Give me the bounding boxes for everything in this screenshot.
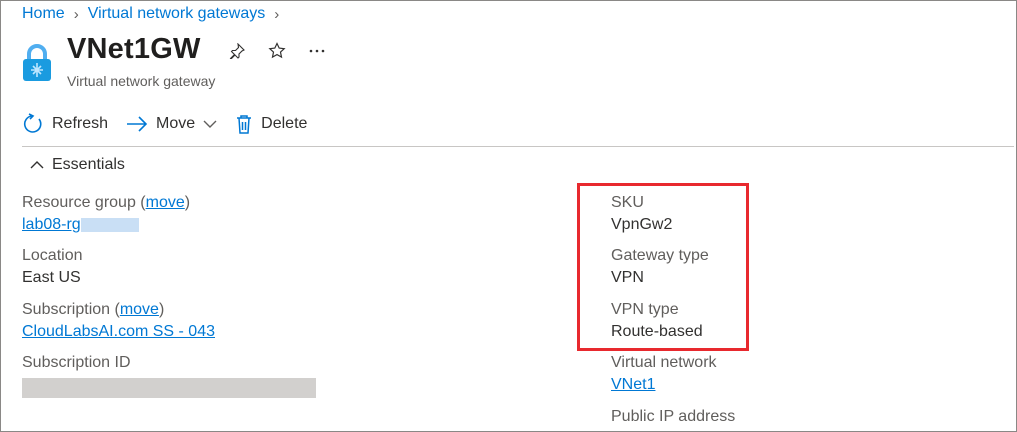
location-label: Location xyxy=(22,247,83,264)
resource-group-label: Resource group xyxy=(22,194,136,211)
arrow-right-icon xyxy=(127,116,148,132)
refresh-button[interactable]: Refresh xyxy=(22,113,108,135)
move-button[interactable]: Move xyxy=(126,115,217,133)
field-location: Location East US xyxy=(22,247,83,287)
subscription-id-label: Subscription ID xyxy=(22,354,131,371)
command-bar: Refresh Move Delete xyxy=(22,113,307,135)
virtual-network-label: Virtual network xyxy=(611,354,717,371)
page-title: VNet1GW xyxy=(67,33,201,65)
trash-icon xyxy=(237,115,252,134)
chevron-up-icon xyxy=(30,161,44,169)
essentials-label: Essentials xyxy=(52,156,125,173)
chevron-down-icon xyxy=(203,120,217,128)
location-value: East US xyxy=(22,269,81,286)
redacted-block xyxy=(80,217,139,232)
essentials-toggle[interactable]: Essentials xyxy=(30,156,125,174)
field-public-ip: Public IP address xyxy=(611,408,735,426)
vpn-gateway-lock-icon xyxy=(23,44,51,81)
public-ip-label: Public IP address xyxy=(611,408,736,425)
title-actions xyxy=(226,40,328,62)
refresh-label: Refresh xyxy=(52,115,109,132)
breadcrumb: Home › Virtual network gateways › xyxy=(22,5,288,23)
more-options-icon[interactable] xyxy=(306,40,328,62)
field-subscription: Subscription (move) CloudLabsAI.com SS -… xyxy=(22,301,215,340)
chevron-right-icon: › xyxy=(73,5,79,23)
breadcrumb-home[interactable]: Home xyxy=(22,5,65,23)
highlight-box xyxy=(577,183,749,351)
subscription-value[interactable]: CloudLabsAI.com SS - 043 xyxy=(22,323,215,340)
subscription-label: Subscription xyxy=(22,301,111,318)
divider xyxy=(22,146,1014,147)
move-label: Move xyxy=(156,115,196,132)
virtual-network-value[interactable]: VNet1 xyxy=(611,376,655,393)
chevron-right-icon: › xyxy=(274,5,280,23)
resource-group-move-link[interactable]: move xyxy=(146,194,185,211)
page-subtitle: Virtual network gateway xyxy=(67,73,216,89)
breadcrumb-virtual-network-gateways[interactable]: Virtual network gateways xyxy=(88,5,266,23)
field-subscription-id: Subscription ID xyxy=(22,354,316,398)
refresh-icon xyxy=(23,113,42,133)
pin-icon[interactable] xyxy=(226,40,248,62)
redacted-subscription-id xyxy=(22,378,316,398)
field-virtual-network: Virtual network VNet1 xyxy=(611,354,717,394)
subscription-move-link[interactable]: move xyxy=(120,301,159,318)
star-icon[interactable] xyxy=(266,40,288,62)
delete-label: Delete xyxy=(261,115,308,132)
delete-button[interactable]: Delete xyxy=(235,114,307,134)
resource-group-value[interactable]: lab08-rg xyxy=(22,216,81,233)
field-resource-group: Resource group (move) lab08-rg xyxy=(22,194,191,233)
